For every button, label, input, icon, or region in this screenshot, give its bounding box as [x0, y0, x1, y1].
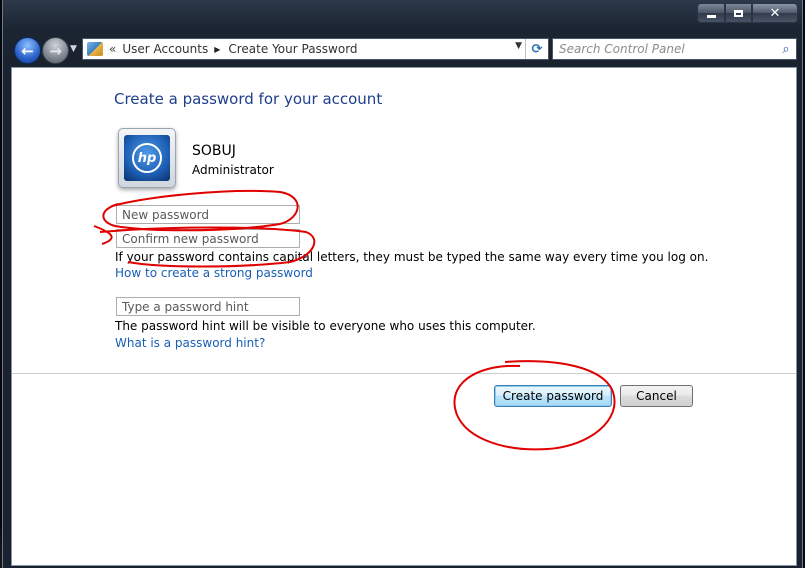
- chevron-left-icon[interactable]: «: [109, 42, 116, 56]
- arrow-right-icon: →: [49, 41, 62, 60]
- hp-logo-text: hp: [132, 143, 162, 173]
- account-type: Administrator: [192, 163, 274, 177]
- refresh-icon: ⟳: [531, 41, 543, 57]
- recent-pages-dropdown[interactable]: ▼: [70, 44, 77, 54]
- minimize-button[interactable]: [697, 3, 725, 23]
- minimize-icon: [706, 14, 716, 18]
- hint-visibility-note: The password hint will be visible to eve…: [115, 319, 536, 333]
- caption-buttons: ✕: [697, 3, 798, 23]
- content-pane: Create a password for your account hp SO…: [11, 67, 797, 566]
- username: SOBUJ: [192, 143, 236, 159]
- refresh-button[interactable]: ⟳: [525, 39, 548, 59]
- avatar: hp: [118, 128, 176, 188]
- divider: [12, 373, 796, 374]
- close-button[interactable]: ✕: [752, 3, 798, 23]
- breadcrumb-create-password[interactable]: Create Your Password: [228, 42, 357, 56]
- password-hint-field[interactable]: [116, 297, 300, 316]
- cancel-button[interactable]: Cancel: [620, 385, 693, 407]
- maximize-button[interactable]: [725, 3, 752, 23]
- search-input[interactable]: [553, 40, 776, 58]
- strong-password-link[interactable]: How to create a strong password: [115, 266, 313, 280]
- address-dropdown-icon[interactable]: ▼: [515, 41, 522, 51]
- arrow-left-icon: ←: [21, 41, 34, 60]
- new-password-field[interactable]: [116, 205, 300, 224]
- capital-letters-note: If your password contains capital letter…: [115, 250, 709, 264]
- page-title: Create a password for your account: [114, 90, 383, 108]
- search-icon[interactable]: ⌕: [776, 42, 796, 57]
- chevron-right-icon[interactable]: ▶: [214, 45, 220, 54]
- back-button[interactable]: ←: [14, 37, 41, 64]
- close-icon: ✕: [769, 5, 781, 21]
- maximize-icon: [734, 9, 743, 17]
- confirm-password-field[interactable]: [116, 229, 300, 248]
- forward-button[interactable]: →: [42, 37, 69, 64]
- control-panel-window: ✕ ← → ▼ « User Accounts ▶ Create Your Pa…: [2, 0, 803, 568]
- create-password-button[interactable]: Create password: [494, 385, 612, 407]
- password-hint-link[interactable]: What is a password hint?: [115, 336, 265, 350]
- control-panel-icon: [87, 42, 103, 56]
- search-box: ⌕: [552, 38, 797, 60]
- address-bar[interactable]: « User Accounts ▶ Create Your Password ▼…: [82, 38, 549, 60]
- breadcrumb-user-accounts[interactable]: User Accounts: [122, 42, 208, 56]
- hp-logo-icon: hp: [124, 135, 170, 181]
